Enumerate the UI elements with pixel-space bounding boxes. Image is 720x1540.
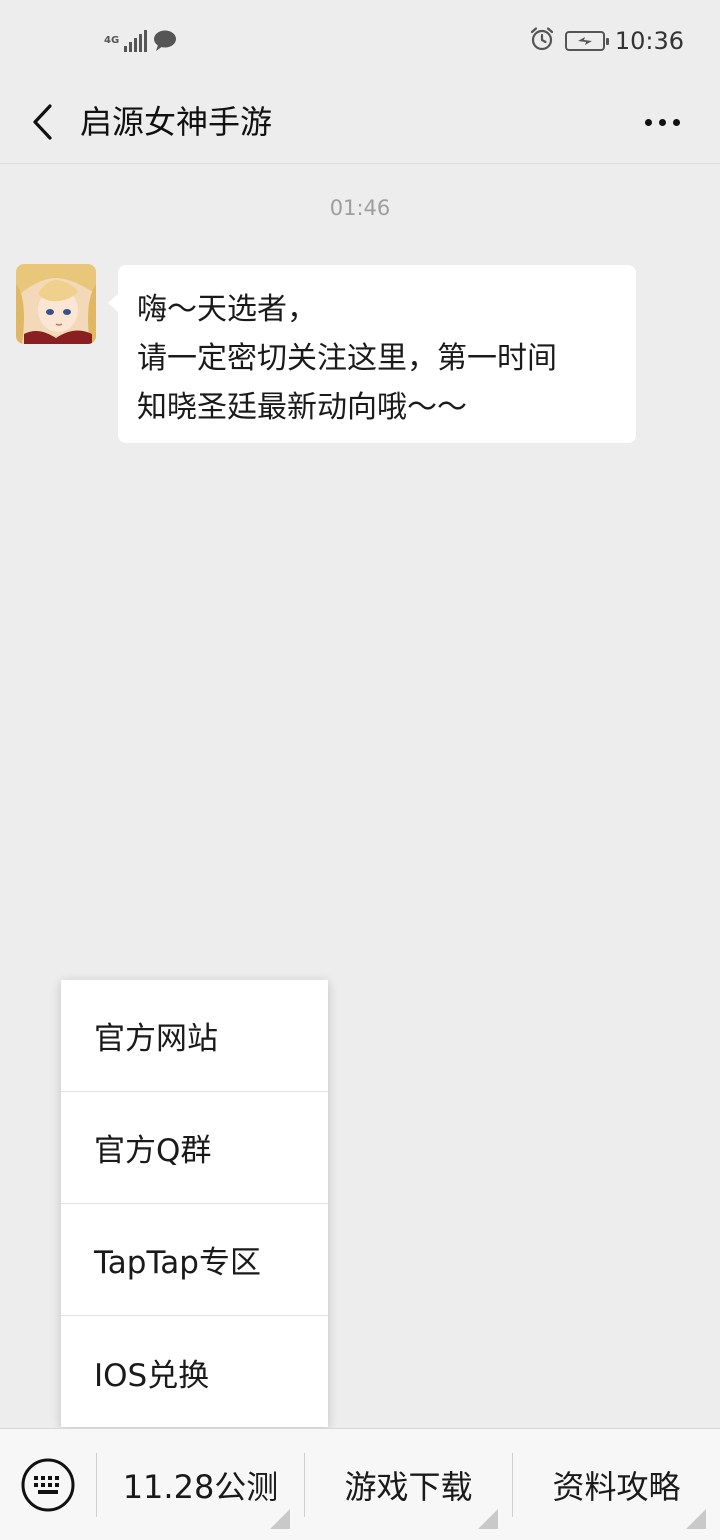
- submenu-item-official-website[interactable]: 官方网站: [61, 980, 328, 1092]
- signal-icon: [124, 30, 147, 52]
- back-button[interactable]: [18, 94, 68, 150]
- submenu-indicator-icon: [478, 1509, 498, 1529]
- submenu-indicator-icon: [686, 1509, 706, 1529]
- more-dot-icon: [644, 118, 652, 126]
- more-dot-icon: [672, 118, 680, 126]
- keyboard-icon: [21, 1458, 75, 1512]
- menu-tab-label: 11.28公测: [122, 1468, 279, 1506]
- status-right: 10:36: [529, 24, 684, 58]
- keyboard-toggle-button[interactable]: [0, 1429, 96, 1540]
- message-text-line: 请一定密切关注这里，第一时间: [137, 341, 557, 376]
- bottom-menu-bar: 11.28公测 游戏下载 资料攻略: [0, 1428, 720, 1540]
- menu-tab-label: 资料攻略: [552, 1468, 681, 1506]
- battery-icon: [564, 31, 609, 51]
- more-dot-icon: [658, 118, 666, 126]
- submenu-item-ios-redeem[interactable]: IOS兑换: [61, 1316, 328, 1428]
- message-timestamp: 01:46: [329, 196, 391, 220]
- submenu-item-taptap-zone[interactable]: TapTap专区: [61, 1204, 328, 1316]
- alarm-icon: [529, 26, 555, 56]
- message-bubble[interactable]: 嗨～天选者， 请一定密切关注这里，第一时间 知晓圣廷最新动向哦～～: [108, 265, 636, 443]
- menu-tab-public-test[interactable]: 11.28公测: [97, 1429, 304, 1540]
- network-type-label: 4G: [104, 35, 120, 46]
- navigation-header: 启源女神手游: [0, 80, 720, 164]
- submenu-popup: 官方网站 官方Q群 TapTap专区 IOS兑换: [61, 980, 328, 1427]
- page-title: 启源女神手游: [80, 103, 273, 141]
- official-account-avatar[interactable]: [16, 264, 96, 344]
- message-text-line: 嗨～天选者，: [137, 292, 317, 327]
- menu-tab-game-download[interactable]: 游戏下载: [305, 1429, 512, 1540]
- message-text-line: 知晓圣廷最新动向哦～～: [137, 390, 467, 425]
- chat-screen: 4G 10:36 启源女神手游 01:46 嗨～天选者， 请一定密切关注这里，第…: [0, 0, 720, 1540]
- status-left: 4G: [104, 26, 177, 56]
- status-clock: 10:36: [614, 27, 684, 55]
- submenu-item-official-qq-group[interactable]: 官方Q群: [61, 1092, 328, 1204]
- menu-tab-label: 游戏下载: [344, 1468, 473, 1506]
- more-options-button[interactable]: [632, 102, 692, 142]
- submenu-indicator-icon: [270, 1509, 290, 1529]
- status-bar: 4G 10:36: [0, 0, 720, 80]
- menu-tab-guides[interactable]: 资料攻略: [513, 1429, 720, 1540]
- message-notification-icon: [153, 30, 177, 52]
- chevron-left-icon: [33, 104, 52, 140]
